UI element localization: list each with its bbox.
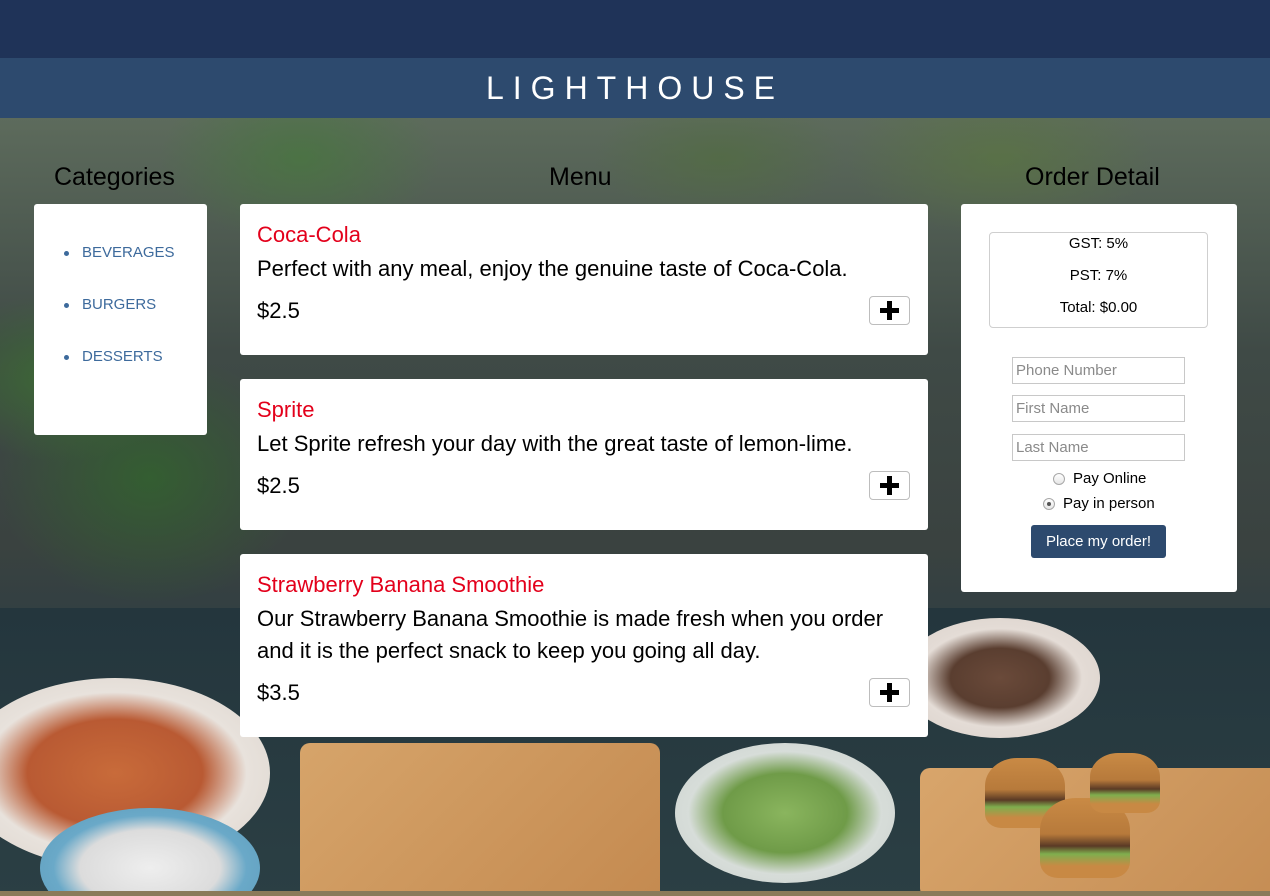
menu-item-card: Coca-Cola Perfect with any meal, enjoy t…: [240, 204, 928, 355]
order-summary: GST: 5% PST: 7% Total: $0.00: [989, 232, 1208, 328]
menu-item-price: $2.5: [257, 298, 300, 323]
add-to-order-button[interactable]: [869, 296, 910, 325]
menu-item-name: Sprite: [257, 397, 315, 422]
add-to-order-button[interactable]: [869, 471, 910, 500]
plus-icon: [880, 683, 899, 702]
menu-item-description: Our Strawberry Banana Smoothie is made f…: [257, 606, 884, 663]
first-name-input[interactable]: [1012, 395, 1185, 422]
pst-label: PST: 7%: [1069, 267, 1128, 284]
menu-item-card: Sprite Let Sprite refresh your day with …: [240, 379, 928, 530]
category-link[interactable]: BEVERAGES: [82, 244, 175, 261]
last-name-input[interactable]: [1012, 434, 1185, 461]
place-order-button[interactable]: Place my order!: [1031, 525, 1166, 558]
menu-item-price: $3.5: [257, 680, 300, 705]
total-label: Total: $0.00: [1059, 299, 1138, 316]
gst-label: GST: 5%: [1068, 235, 1129, 252]
brand-title: LIGHTHOUSE: [485, 69, 785, 106]
menu-item-description: Perfect with any meal, enjoy the genuine…: [257, 256, 848, 281]
menu-item-description: Let Sprite refresh your day with the gre…: [257, 431, 853, 456]
pay-online-label: Pay Online: [1073, 470, 1147, 487]
menu-item-price: $2.5: [257, 473, 300, 498]
order-detail-title: Order Detail: [1025, 163, 1160, 191]
plus-icon: [880, 301, 899, 320]
categories-list: BEVERAGES BURGERS DESSERTS: [34, 204, 207, 367]
pay-in-person-radio[interactable]: [1043, 497, 1055, 510]
pay-online-option[interactable]: Pay Online: [1053, 470, 1146, 487]
order-detail-panel: GST: 5% PST: 7% Total: $0.00 Pay Online …: [961, 204, 1237, 592]
top-bar: [0, 0, 1270, 58]
phone-number-input[interactable]: [1012, 357, 1185, 384]
plus-icon: [880, 476, 899, 495]
bottom-strip: [0, 891, 1270, 896]
category-item-burgers[interactable]: BURGERS: [64, 296, 207, 315]
site-header: LIGHTHOUSE: [0, 58, 1270, 118]
categories-panel: BEVERAGES BURGERS DESSERTS: [34, 204, 207, 435]
categories-title: Categories: [54, 163, 175, 191]
category-link[interactable]: DESSERTS: [82, 348, 163, 365]
add-to-order-button[interactable]: [869, 678, 910, 707]
menu-item-name: Coca-Cola: [257, 222, 361, 247]
category-link[interactable]: BURGERS: [82, 296, 156, 313]
pay-in-person-option[interactable]: Pay in person: [1043, 495, 1155, 512]
pay-online-radio[interactable]: [1053, 472, 1065, 485]
category-item-beverages[interactable]: BEVERAGES: [64, 244, 207, 263]
menu-item-name: Strawberry Banana Smoothie: [257, 572, 545, 597]
category-item-desserts[interactable]: DESSERTS: [64, 348, 207, 367]
pay-in-person-label: Pay in person: [1063, 495, 1155, 512]
menu-title: Menu: [549, 163, 612, 191]
menu-item-card: Strawberry Banana Smoothie Our Strawberr…: [240, 554, 928, 737]
